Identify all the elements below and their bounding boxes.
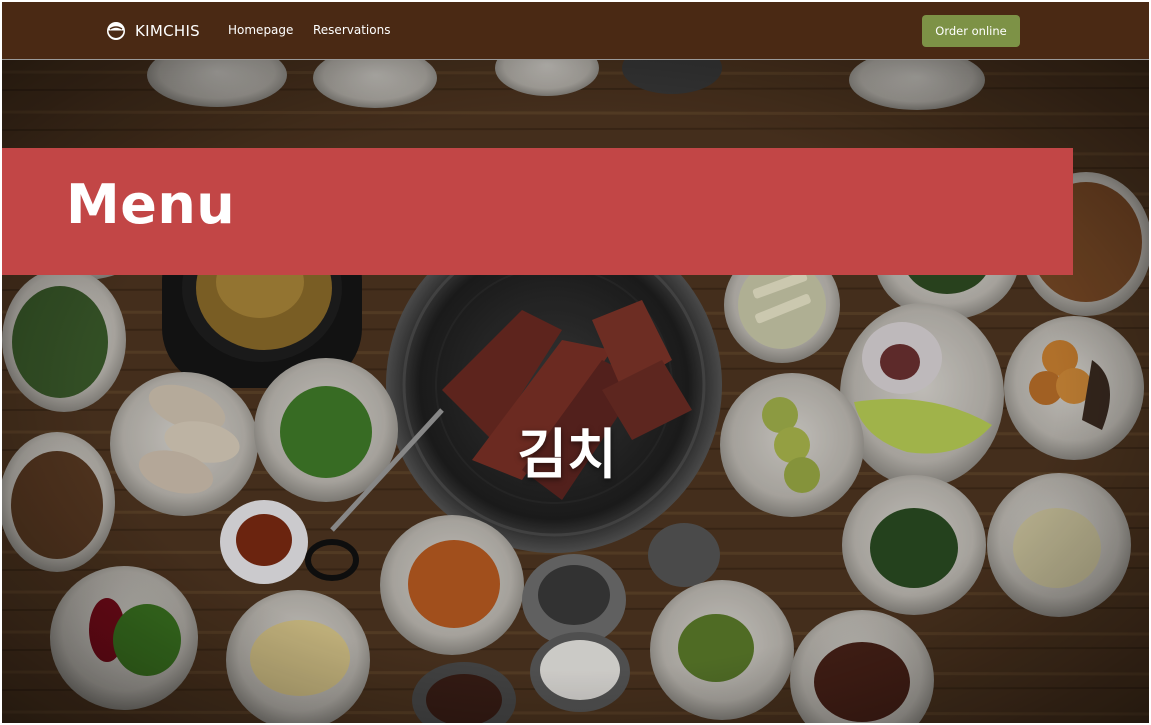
rice-bowl-icon <box>107 22 125 40</box>
page-title: Menu <box>66 173 236 236</box>
brand-logo[interactable]: KIMCHIS <box>106 20 200 42</box>
hero-food-image: Menu 김치 <box>2 60 1149 723</box>
nav-link-reservations[interactable]: Reservations <box>313 23 390 37</box>
nav-link-homepage[interactable]: Homepage <box>228 23 293 37</box>
hero-hangul-text: 김치 <box>517 423 617 486</box>
order-online-button[interactable]: Order online <box>922 15 1020 47</box>
brand-name: KIMCHIS <box>135 22 201 40</box>
page-frame: KIMCHIS Homepage Reservations Order onli… <box>2 2 1149 723</box>
top-navbar: KIMCHIS Homepage Reservations Order onli… <box>2 2 1149 60</box>
